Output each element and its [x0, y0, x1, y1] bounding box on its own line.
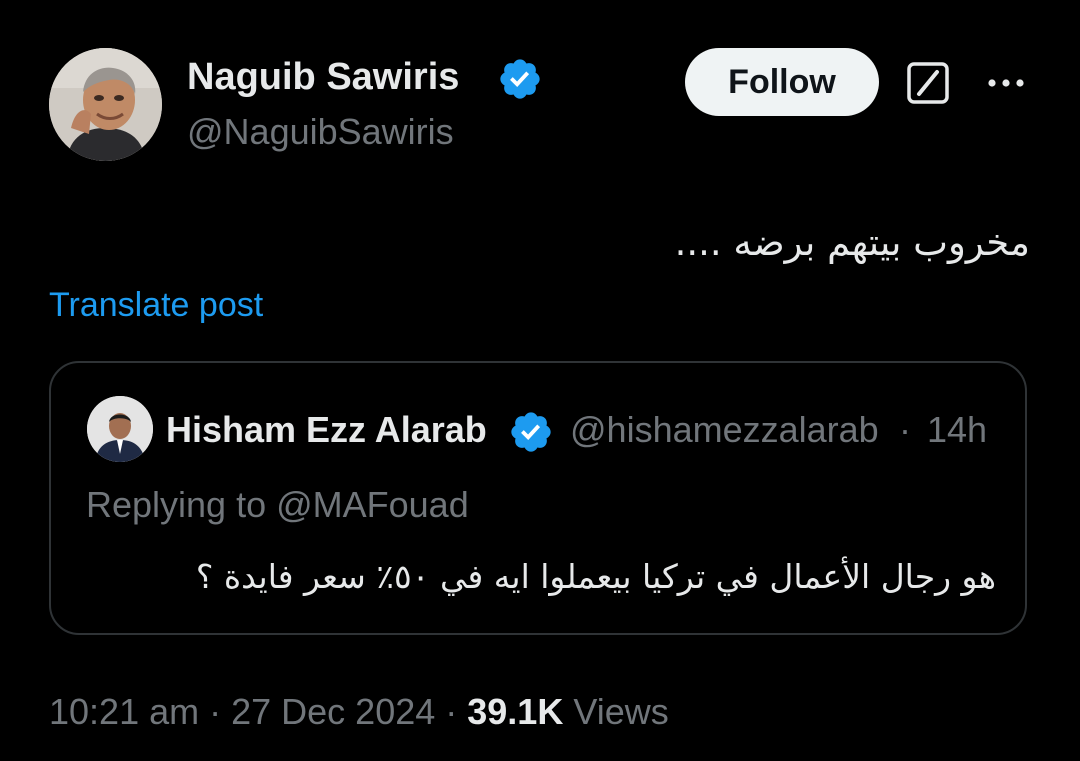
author-name[interactable]: Naguib Sawiris: [187, 53, 459, 101]
meta-separator: ·: [435, 691, 468, 732]
replying-to-label[interactable]: Replying to @MAFouad: [86, 482, 469, 528]
verified-badge-icon: [500, 59, 540, 99]
more-horizontal-icon[interactable]: [984, 66, 1028, 100]
post-time[interactable]: 10:21 am: [49, 691, 199, 732]
quoted-meta-separator: ·: [899, 409, 911, 450]
follow-button[interactable]: Follow: [685, 48, 879, 116]
author-avatar[interactable]: [49, 48, 162, 161]
post-metadata: 10:21 am · 27 Dec 2024 · 39.1K Views: [49, 688, 669, 736]
views-label: Views: [573, 691, 669, 732]
quoted-author-avatar[interactable]: [87, 396, 153, 462]
translate-post-link[interactable]: Translate post: [49, 283, 263, 327]
meta-separator: ·: [199, 691, 232, 732]
grok-icon[interactable]: [906, 61, 950, 105]
quoted-verified-badge-icon: [511, 412, 551, 452]
quoted-post-text: هو رجال الأعمال في تركيا بيعملوا ايه في …: [195, 557, 996, 596]
views-count: 39.1K: [467, 691, 564, 732]
post-date[interactable]: 27 Dec 2024: [231, 691, 435, 732]
post-text: مخروب بيتهم برضه ....: [674, 221, 1030, 264]
quoted-author-name[interactable]: Hisham Ezz Alarab: [166, 407, 502, 453]
quoted-post-time[interactable]: 14h: [927, 407, 987, 453]
quoted-author-handle[interactable]: @hishamezzalarab: [570, 407, 896, 453]
author-handle[interactable]: @NaguibSawiris: [187, 109, 454, 155]
